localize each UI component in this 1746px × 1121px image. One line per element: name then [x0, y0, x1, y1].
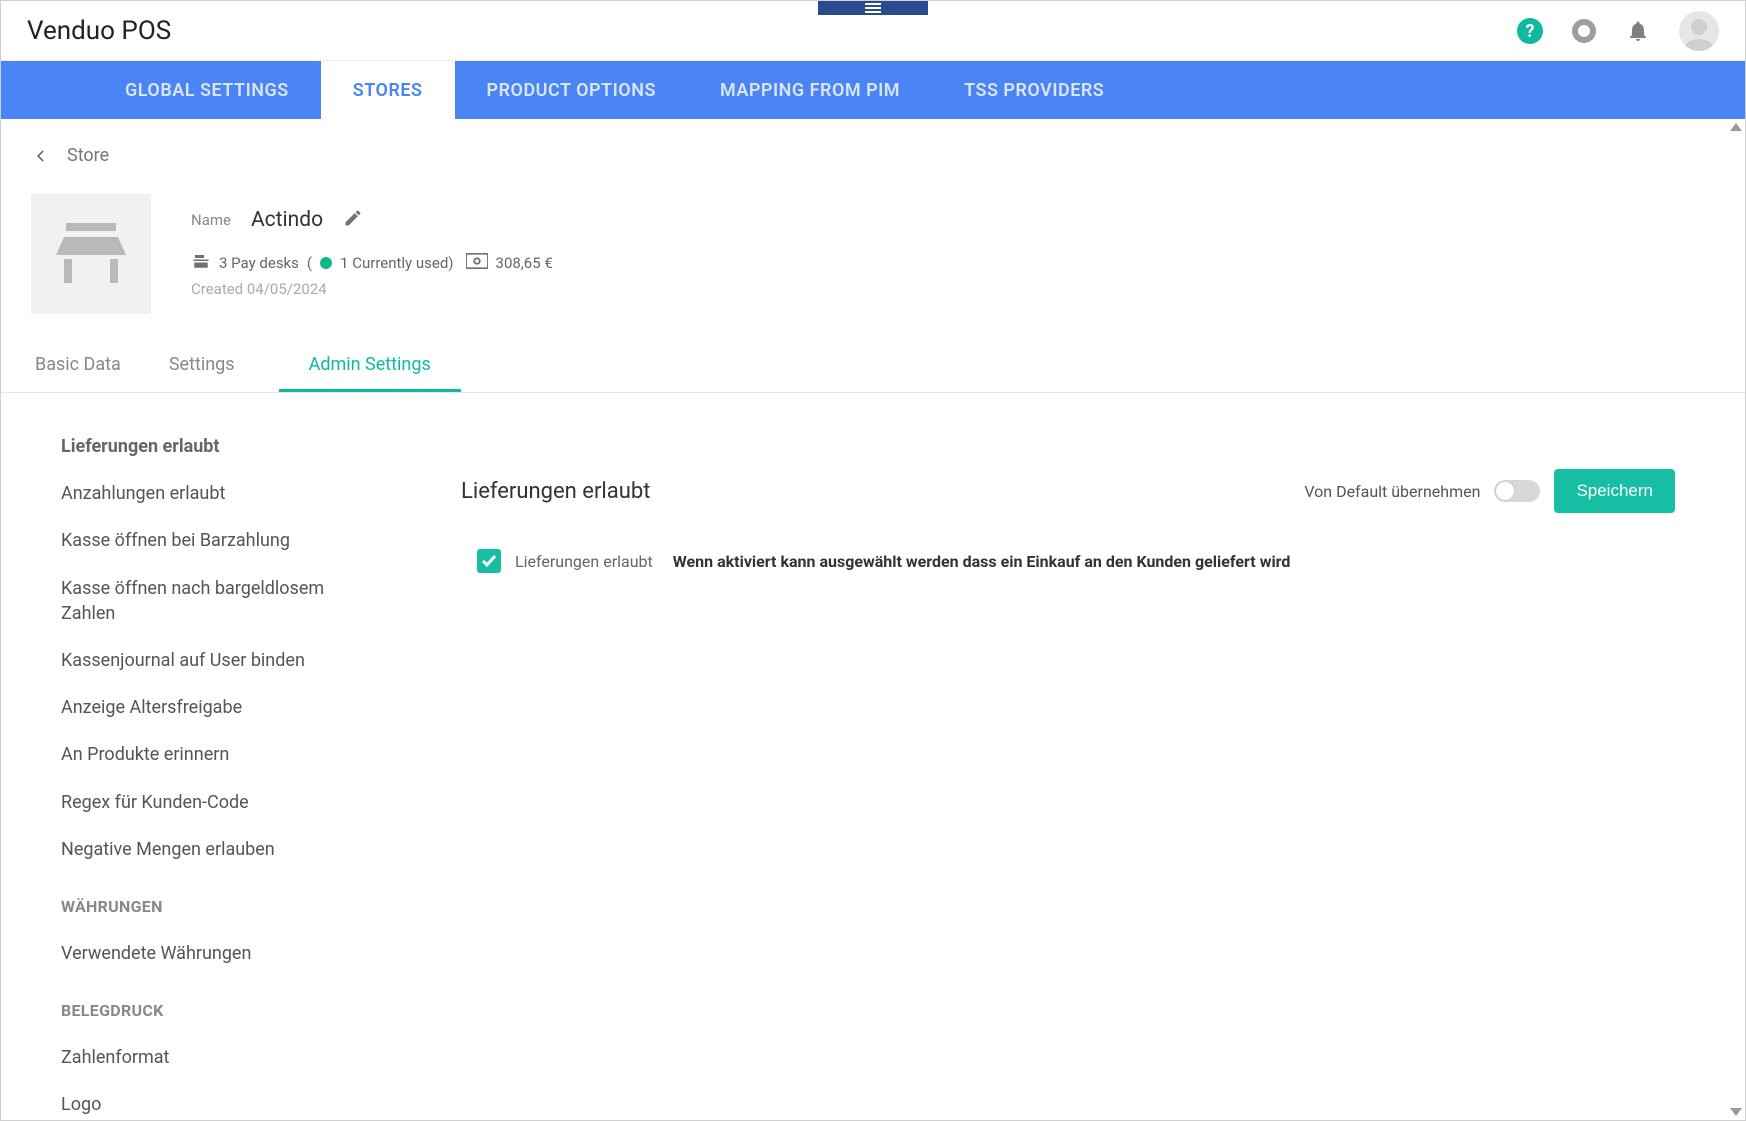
sidebar-item-regex[interactable]: Regex für Kunden-Code [61, 779, 381, 826]
breadcrumb-label: Store [67, 145, 109, 166]
help-icon[interactable]: ? [1517, 18, 1543, 44]
checkbox-desc: Wenn aktiviert kann ausgewählt werden da… [673, 552, 1291, 571]
nav-tss-providers[interactable]: TSS PROVIDERS [932, 61, 1136, 119]
store-meta: Name Actindo 3 Pay desks ( 1 Currently u… [191, 194, 553, 314]
sidebar-item-negative-mengen[interactable]: Negative Mengen erlauben [61, 826, 381, 873]
settings-body: Lieferungen erlaubt Anzahlungen erlaubt … [1, 393, 1745, 1120]
hamburger-icon [865, 3, 881, 13]
sidebar-item-anzahlungen[interactable]: Anzahlungen erlaubt [61, 470, 381, 517]
created-date: Created 04/05/2024 [191, 280, 553, 298]
default-toggle[interactable] [1494, 480, 1540, 502]
avatar[interactable] [1679, 11, 1719, 51]
nav-product-options[interactable]: PRODUCT OPTIONS [455, 61, 688, 119]
sidebar-item-verwendete-waehrungen[interactable]: Verwendete Währungen [61, 930, 381, 977]
main-title: Lieferungen erlaubt [461, 479, 650, 504]
sidebar-item-kasse-bar[interactable]: Kasse öffnen bei Barzahlung [61, 517, 381, 564]
section-heading-belegdruck: BELEGDRUCK [61, 1001, 381, 1020]
nav-stores[interactable]: STORES [321, 61, 455, 119]
top-handle[interactable] [818, 1, 928, 15]
loading-ring-icon[interactable] [1571, 18, 1597, 44]
paydesk-icon [191, 252, 211, 274]
notifications-icon[interactable] [1625, 18, 1651, 44]
store-header: Name Actindo 3 Pay desks ( 1 Currently u… [1, 174, 1745, 330]
nav-global-settings[interactable]: GLOBAL SETTINGS [93, 61, 321, 119]
sidebar-item-produkte-erinnern[interactable]: An Produkte erinnern [61, 731, 381, 778]
app-title: Venduo POS [27, 16, 171, 46]
sidebar-item-zahlenformat[interactable]: Zahlenformat [61, 1034, 381, 1081]
breadcrumb-row: Store [1, 119, 1745, 174]
nav-mapping-from-pim[interactable]: MAPPING FROM PIM [688, 61, 932, 119]
sidebar-item-altersfreigabe[interactable]: Anzeige Altersfreigabe [61, 684, 381, 731]
header-actions: ? [1517, 11, 1719, 51]
content-wrap: Store Name Actindo 3 Pay de [1, 119, 1745, 1120]
paydesks-count: 3 Pay desks [219, 254, 299, 272]
money-icon [466, 253, 488, 273]
sidebar-item-logo[interactable]: Logo [61, 1081, 381, 1120]
lieferungen-checkbox[interactable] [477, 549, 501, 573]
sub-tabs: Basic Data Settings Admin Settings [1, 340, 1745, 393]
sidebar-item-lieferungen[interactable]: Lieferungen erlaubt [61, 423, 381, 470]
name-label: Name [191, 211, 231, 229]
status-dot-icon [320, 257, 332, 269]
paren-open: ( [307, 254, 312, 272]
tab-basic-data[interactable]: Basic Data [31, 340, 125, 392]
section-heading-waehrungen: WÄHRUNGEN [61, 897, 381, 916]
svg-text:?: ? [1526, 21, 1535, 42]
checkbox-label: Lieferungen erlaubt [515, 552, 653, 571]
default-toggle-label: Von Default übernehmen [1304, 482, 1480, 501]
settings-main: Lieferungen erlaubt Von Default übernehm… [461, 423, 1715, 1120]
tab-admin-settings[interactable]: Admin Settings [279, 340, 461, 392]
settings-sidebar: Lieferungen erlaubt Anzahlungen erlaubt … [61, 423, 381, 1120]
currently-used: 1 Currently used) [340, 254, 453, 272]
store-icon [31, 194, 151, 314]
pencil-icon[interactable] [343, 208, 363, 232]
store-name: Actindo [251, 208, 323, 232]
balance: 308,65 € [496, 254, 553, 272]
sidebar-item-kasse-bargeldlos[interactable]: Kasse öffnen nach bargeldlosem Zahlen [61, 565, 381, 637]
back-chevron-icon[interactable] [31, 146, 51, 166]
tab-settings[interactable]: Settings [165, 340, 239, 392]
sidebar-item-kassenjournal[interactable]: Kassenjournal auf User binden [61, 637, 381, 684]
save-button[interactable]: Speichern [1554, 469, 1675, 513]
primary-nav: GLOBAL SETTINGS STORES PRODUCT OPTIONS M… [1, 61, 1745, 119]
